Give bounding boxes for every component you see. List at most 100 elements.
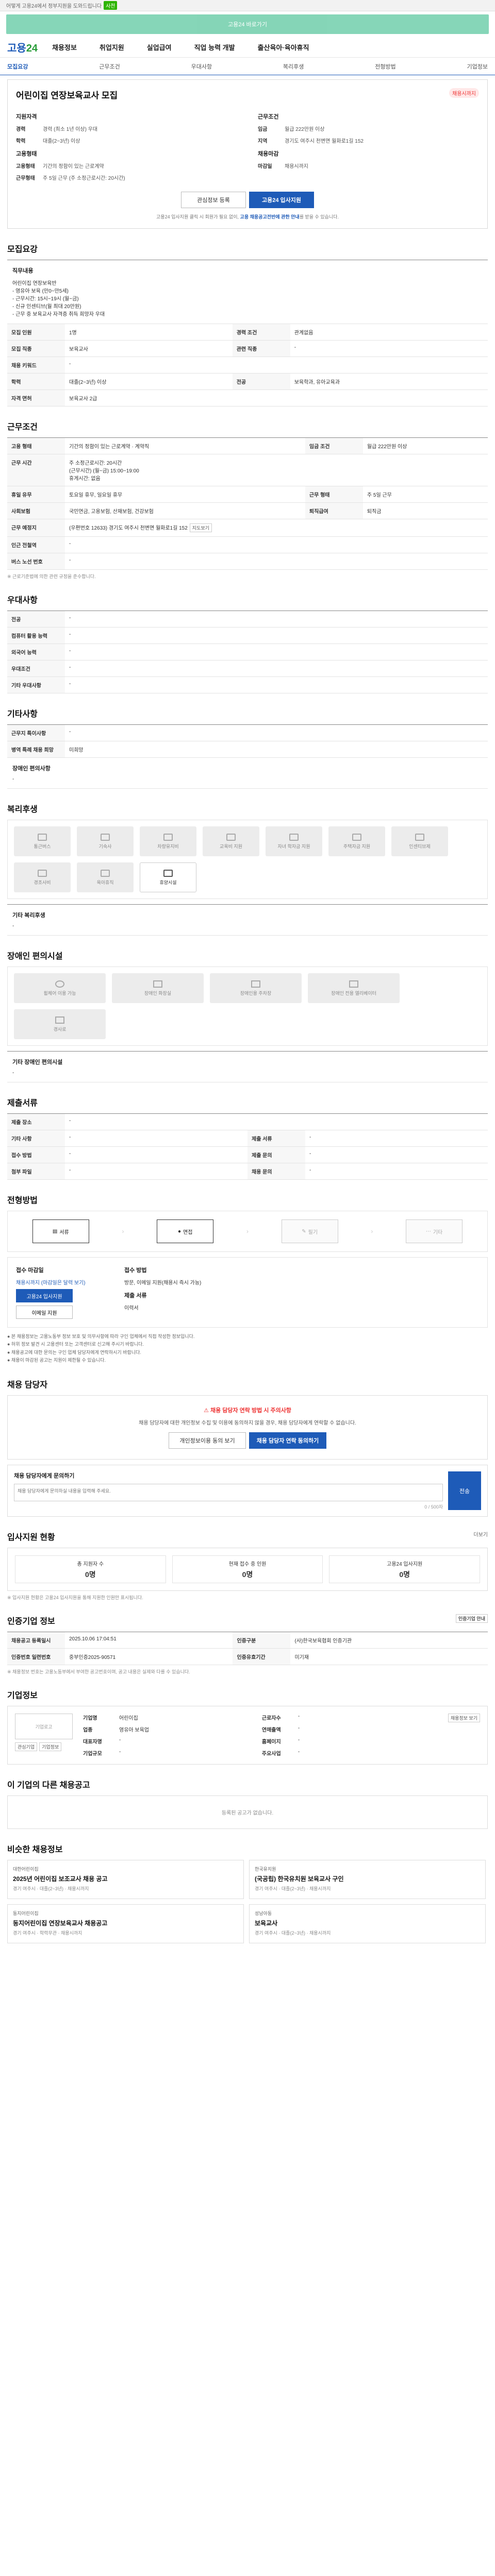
person-icon: ●	[178, 1228, 182, 1234]
emp-type-label: 고용형태	[16, 164, 35, 170]
process-step-active: ● 면접	[157, 1219, 214, 1243]
tab-process[interactable]: 전형방법	[375, 62, 395, 71]
cell-value: 국민연금, 고용보험, 산재보험, 건강보험	[65, 502, 305, 519]
process-notes: ● 본 채용정보는 고용노동부 정보 보호 및 의무사항에 따라 구인 업체에서…	[7, 1333, 488, 1364]
recruit-table: 직무내용 어린이집 연장보육반 - 영유아 보육 (만0~만5세) - 근무시간…	[7, 260, 488, 406]
corp-favorite-button[interactable]: 관심기업	[15, 1742, 38, 1752]
other-jobs-empty: 등록된 공고가 없습니다.	[7, 1795, 488, 1829]
step-arrow-icon: ›	[371, 1228, 373, 1235]
cell-label: 채용공고 등록일시	[7, 1632, 65, 1649]
welfare-tile: 인센티브제	[391, 826, 448, 856]
duty-line: - 신규 인센티브(월 최대 20만원)	[12, 304, 81, 310]
corp-key: 기업규모	[83, 1751, 102, 1757]
promo-banner[interactable]: 고용24 바로가기	[6, 14, 489, 34]
tab-prefer[interactable]: 우대사항	[191, 62, 212, 71]
similar-job-title: 보육교사	[255, 1920, 278, 1927]
qa-send-button[interactable]: 전송	[448, 1471, 481, 1511]
apply-note-link[interactable]: 고용 채용공고전반에 관한 안내	[240, 214, 300, 219]
site-logo[interactable]: 고용24	[7, 40, 38, 55]
stats-more-link[interactable]: 더보기	[473, 1530, 488, 1538]
welfare-tile: 기숙사	[77, 826, 134, 856]
tab-welfare[interactable]: 복리후생	[283, 62, 304, 71]
work-type-value: 주 5일 근무 (주 소정근로시간: 20시간)	[43, 176, 125, 181]
qa-input-box: 채용 담당자에게 문의하기 0 / 500자 전송	[7, 1465, 488, 1517]
more-icon: ⋯	[425, 1228, 431, 1234]
welfare-tile-label: 차량유지비	[157, 843, 179, 849]
nav-item-training[interactable]: 직업 능력 개발	[194, 42, 235, 52]
apply-email-button[interactable]: 이메일 지원	[16, 1306, 73, 1319]
similar-jobs-list: 대한어린이집 2025년 어린이집 보조교사 채용 공고 경기 여주시 · 대졸(2…	[7, 1860, 488, 1944]
corp-value: -	[119, 1737, 121, 1743]
cell-label: 고용 형태	[7, 437, 65, 454]
stat-label: 총 지원자 수	[77, 1561, 104, 1567]
corp-key: 기업명	[83, 1716, 97, 1722]
nav-item-employment-support[interactable]: 취업지원	[100, 42, 124, 52]
cell-value: 대졸(2~3년) 이상	[65, 373, 233, 390]
stat-item: 고용24 입사지원 0명	[329, 1555, 481, 1584]
stat-label: 현재 접수 중 인원	[228, 1561, 267, 1567]
corp-info-button[interactable]: 기업정보	[39, 1742, 62, 1752]
apply-doc-value: 이력서	[124, 1306, 139, 1311]
info-note: ※ 채용정보 번호는 고용노동부에서 부여한 공고번호이며, 공고 내용은 실제…	[7, 1669, 190, 1675]
similar-job-company: 한국유치원	[255, 1867, 276, 1872]
banner-text: 고용24 바로가기	[227, 22, 267, 28]
welfare-etc-heading: 기타 복리후생	[12, 912, 45, 919]
employment-type-heading: 고용형태	[16, 151, 37, 157]
nav-item-parental-leave[interactable]: 출산육아·육아휴직	[258, 42, 309, 52]
corp-jobs-button[interactable]: 채용정보 보기	[448, 1714, 480, 1723]
similar-job-card[interactable]: 성남아동 보육교사 경기 여주시 · 대졸(2~3년) · 채용시까지	[249, 1904, 486, 1944]
nav-item-unemployment-benefit[interactable]: 실업급여	[147, 42, 172, 52]
cell-value: 1명	[65, 324, 233, 341]
info-section-title: 인증기업 정보 인증기업 안내	[7, 1614, 488, 1626]
tab-company[interactable]: 기업정보	[467, 62, 487, 71]
stat-item: 현재 접수 중 인원 0명	[172, 1555, 323, 1584]
similar-job-card[interactable]: 동지어린이집 동지어린이집 연장보육교사 채용공고 경기 여주시 · 학력무관 · …	[7, 1904, 244, 1944]
cell-value: 미기재	[290, 1648, 488, 1666]
map-button[interactable]: 지도보기	[189, 523, 212, 532]
career-value: 경력 (최소 1년 이상) 우대	[43, 127, 98, 132]
privacy-view-button[interactable]: 개인정보이용 동의 보기	[169, 1432, 246, 1449]
apply-note-tail: 를 받을 수 있습니다.	[299, 214, 339, 219]
tab-work[interactable]: 근무조건	[99, 62, 120, 71]
welfare-tile-label: 교육비 지원	[220, 843, 242, 849]
similar-job-title: (국공립) 한국유치원 보육교사 구인	[255, 1875, 344, 1883]
global-nav: 고용24 채용정보 취업지원 실업급여 직업 능력 개발 출산육아·육아휴직	[0, 37, 495, 58]
top-notice-text: 어떻게 고용24에서 정부지원을 도와드립니다	[6, 4, 102, 9]
apply-button[interactable]: 고용24 입사지원	[249, 192, 314, 208]
info-table: 채용공고 등록일시 2025.10.06 17:04:51 인증구분 (사)한국보육협…	[7, 1632, 488, 1666]
cell-value: 토요일 휴무, 일요일 휴무	[65, 486, 305, 503]
cell-value: -	[65, 627, 488, 644]
other-jobs-title: 이 기업의 다른 채용공고	[7, 1781, 90, 1790]
similar-job-title: 동지어린이집 연장보육교사 채용공고	[13, 1920, 108, 1927]
similar-job-card[interactable]: 한국유치원 (국공립) 한국유치원 보육교사 구인경기 여주시 · 대졸(2~3년…	[249, 1860, 486, 1900]
process-step-active: ▤ 서류	[32, 1219, 89, 1243]
similar-job-card[interactable]: 대한어린이집 2025년 어린이집 보조교사 채용 공고 경기 여주시 · 대졸(2…	[7, 1860, 244, 1900]
apply-online-button[interactable]: 고용24 입사지원	[16, 1289, 73, 1302]
ramp-icon	[55, 1016, 64, 1024]
qa-input-heading: 채용 담당자에게 문의하기	[14, 1473, 75, 1480]
duty-heading: 직무내용	[12, 268, 34, 274]
process-step-label: 필기	[308, 1229, 318, 1235]
scrap-button[interactable]: 관심정보 등록	[181, 192, 246, 208]
stats-note: ※ 입사지원 현황은 고용24 입사지원을 통해 지원한 인원만 표시됩니다.	[7, 1595, 143, 1601]
conditions-heading: 근무조건	[258, 114, 279, 120]
prefer-section-title: 우대사항	[7, 596, 38, 605]
welfare-tile: 경조사비	[14, 862, 71, 892]
facility-tile-label: 장애인용 주차장	[240, 990, 272, 996]
cell-label: 버스 노선 번호	[7, 553, 65, 570]
similar-job-meta: 경기 여주시 · 대졸(2~3년) · 채용시까지	[255, 1886, 331, 1892]
corp-key: 홈페이지	[261, 1739, 281, 1745]
logo-text-b: 24	[26, 43, 38, 54]
top-notice-tag[interactable]: 사전	[104, 1, 118, 10]
time-line: (근무시간) (월~금) 15:00~19:00	[69, 468, 139, 474]
contact-consent-button[interactable]: 채용 담당자 연락 동의하기	[249, 1432, 326, 1449]
cell-label: 인근 전철역	[7, 536, 65, 553]
nav-item-jobs[interactable]: 채용정보	[52, 42, 77, 52]
welfare-tile: 주택자금 지원	[328, 826, 385, 856]
info-guide-button[interactable]: 인증기업 안내	[455, 1614, 488, 1623]
cell-label: 자격 면허	[7, 389, 65, 406]
qa-textarea[interactable]	[14, 1484, 443, 1502]
disabled-etc-heading: 기타 장애인 편의시설	[12, 1059, 63, 1065]
tab-recruit[interactable]: 모집요강	[7, 62, 28, 71]
cell-label: 컴퓨터 활용 능력	[7, 627, 65, 644]
